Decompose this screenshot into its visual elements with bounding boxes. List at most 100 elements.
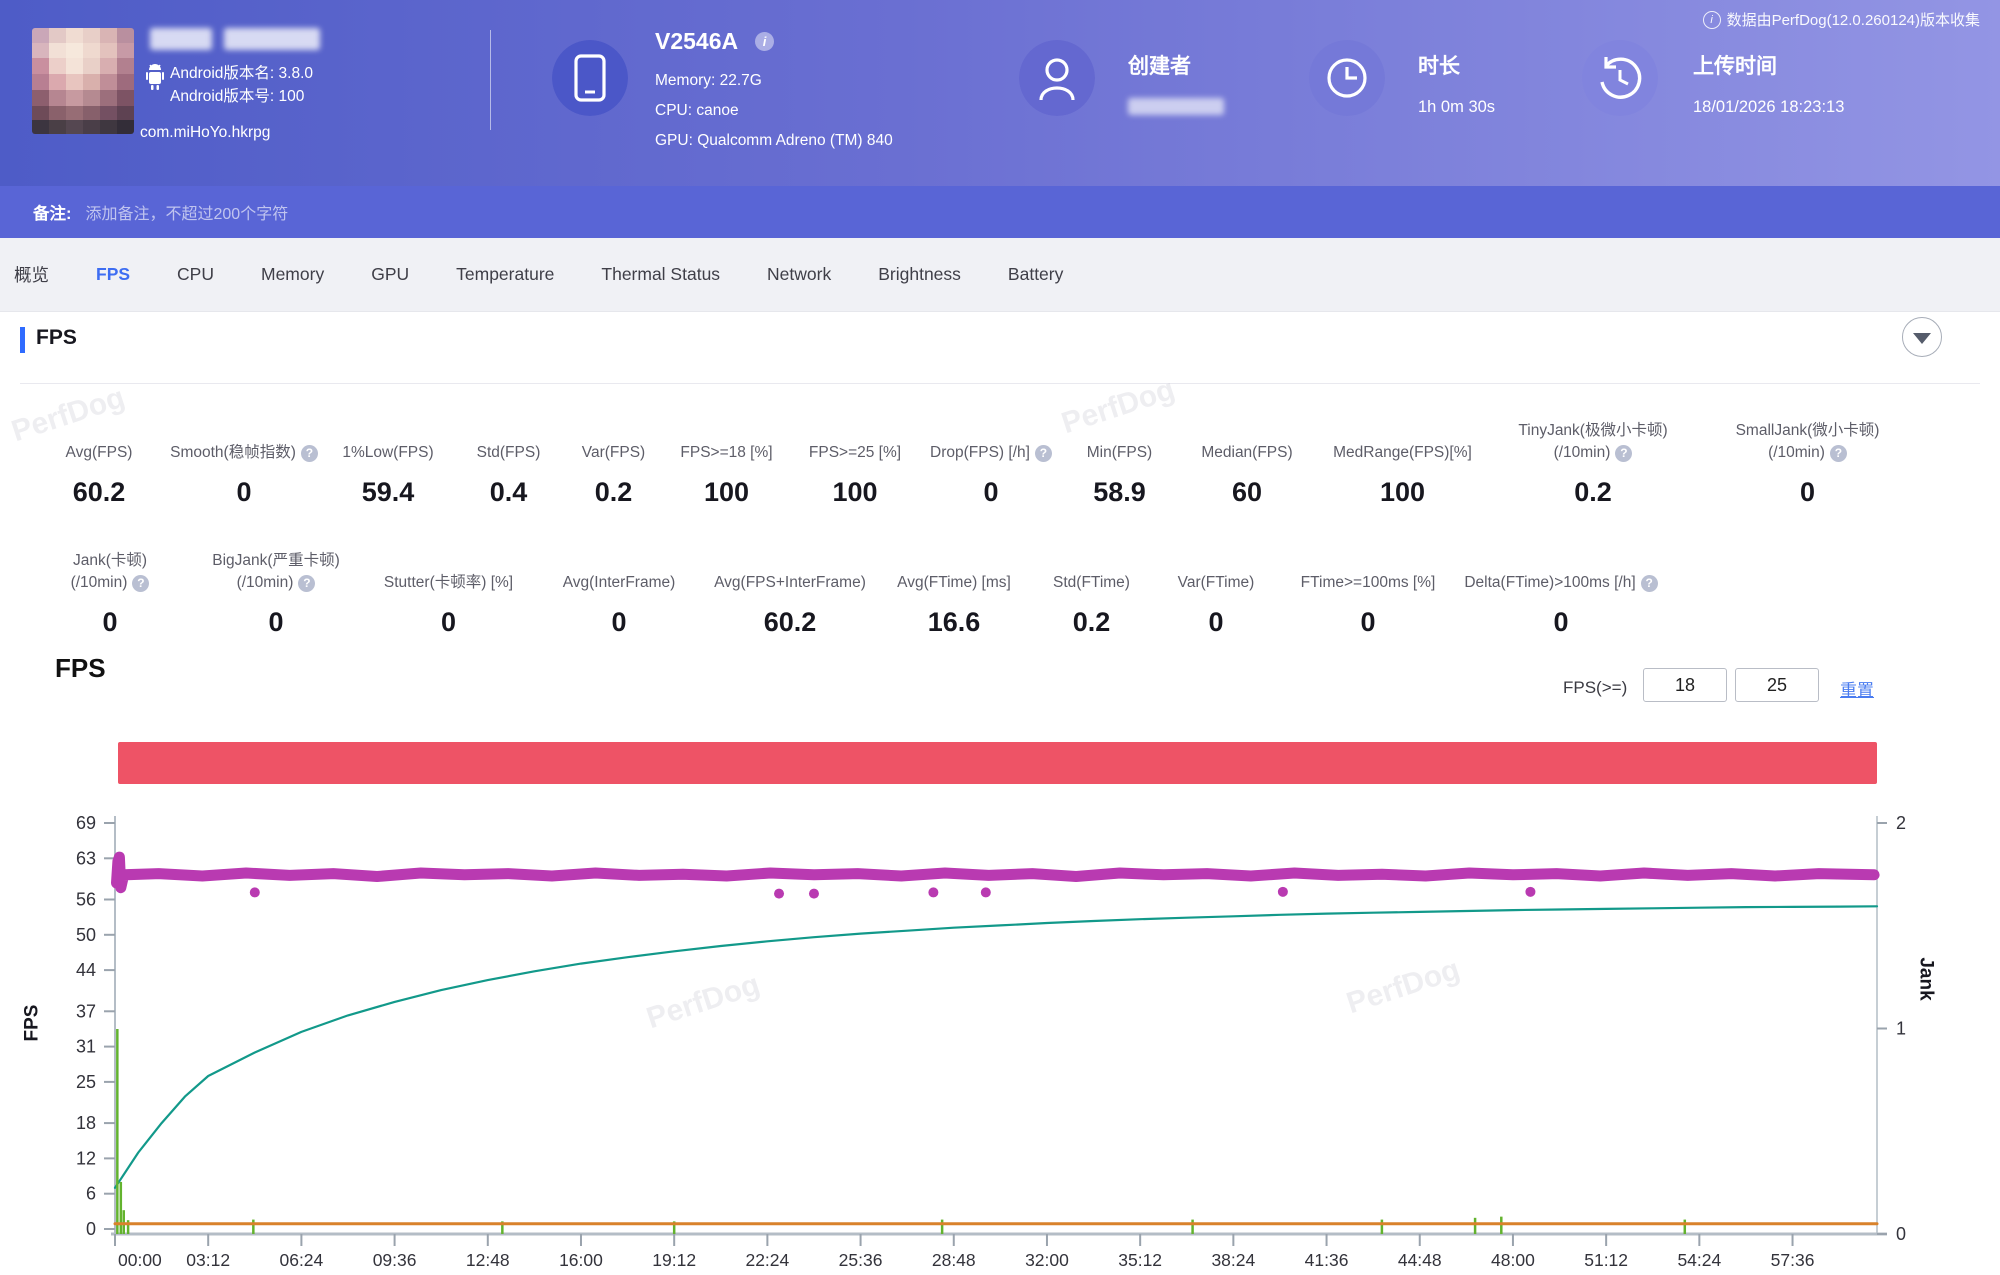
help-icon[interactable]: ? [1830, 445, 1847, 462]
y-axis-left-label: 31 [76, 1037, 96, 1057]
tab-fps[interactable]: FPS [96, 264, 130, 285]
x-axis-label: 38:24 [1211, 1250, 1255, 1270]
device-cpu: CPU: canoe [655, 102, 739, 120]
metric-value: 0 [1284, 607, 1452, 638]
y-axis-left-label: 18 [76, 1113, 96, 1133]
tab-temperature[interactable]: Temperature [456, 264, 554, 285]
metric-value: 0.2 [565, 477, 662, 508]
x-axis-label: 51:12 [1584, 1250, 1628, 1270]
metric-value: 0.2 [1035, 607, 1148, 638]
series-fps-drop-dots [809, 889, 819, 899]
metric-value: 60.2 [34, 477, 164, 508]
metric-cell: Std(FPS)0.4 [456, 406, 561, 508]
fps-threshold-low-input[interactable] [1643, 668, 1727, 702]
metrics-row-2: Jank(卡顿)(/10min)?0BigJank(严重卡顿)(/10min)?… [30, 536, 1666, 638]
x-axis-label: 54:24 [1677, 1250, 1721, 1270]
metric-value: 0 [172, 477, 316, 508]
upload-time-label: 上传时间 [1693, 50, 1777, 80]
metric-label: BigJank(严重卡顿)(/10min)? [194, 536, 358, 594]
metric-value: 60 [1184, 477, 1310, 508]
tab-gpu[interactable]: GPU [371, 264, 409, 285]
datazoom-selector-bar[interactable] [118, 742, 1877, 784]
notes-placeholder[interactable]: 添加备注，不超过200个字符 [86, 200, 289, 224]
help-icon[interactable]: ? [1035, 445, 1052, 462]
series-trend-curve [115, 906, 1877, 1188]
upload-time-value: 18/01/2026 18:23:13 [1693, 98, 1844, 117]
x-axis-label: 06:24 [279, 1250, 323, 1270]
metric-value: 58.9 [1063, 477, 1176, 508]
tab-network[interactable]: Network [767, 264, 831, 285]
series-fps-drop-dots [774, 889, 784, 899]
metric-label: Var(FTime) [1156, 536, 1276, 594]
fps-threshold-high-input[interactable] [1735, 668, 1819, 702]
metric-label: FTime>=100ms [%] [1284, 536, 1452, 594]
creator-name-redacted [1128, 98, 1224, 115]
help-icon[interactable]: ? [1641, 575, 1658, 592]
metric-cell: Min(FPS)58.9 [1059, 406, 1180, 508]
tab-battery[interactable]: Battery [1008, 264, 1063, 285]
metric-label: TinyJank(极微小卡顿)(/10min)? [1495, 406, 1691, 464]
tab-brightness[interactable]: Brightness [878, 264, 961, 285]
x-axis-label: 57:36 [1771, 1250, 1815, 1270]
metric-label: MedRange(FPS)[%] [1318, 406, 1487, 464]
metric-label: Stutter(卡顿率) [%] [366, 536, 531, 594]
duration-icon [1309, 40, 1385, 116]
metric-cell: Var(FPS) 0.2 [561, 406, 666, 508]
metric-cell: Var(FTime)0 [1152, 536, 1280, 638]
metric-value: 16.6 [881, 607, 1027, 638]
upload-time-icon [1582, 40, 1658, 116]
metric-label: 1%Low(FPS) [324, 406, 452, 464]
metric-value: 100 [1318, 477, 1487, 508]
device-info-icon[interactable]: i [755, 32, 774, 51]
help-icon[interactable]: ? [1615, 445, 1632, 462]
device-gpu: GPU: Qualcomm Adreno (TM) 840 [655, 132, 893, 150]
tab-cpu[interactable]: CPU [177, 264, 214, 285]
notes-label: 备注: [33, 200, 72, 224]
device-memory: Memory: 22.7G [655, 72, 762, 90]
metric-label: Var(FPS) [565, 406, 662, 464]
android-icon [146, 62, 164, 96]
metric-label: Drop(FPS) [/h]? [927, 406, 1055, 464]
series-fps-drop-dots [1525, 887, 1535, 897]
metric-label: Avg(FPS) [34, 406, 164, 464]
y-axis-left-label: 50 [76, 925, 96, 945]
x-axis-label: 44:48 [1398, 1250, 1442, 1270]
y-axis-left-label: 44 [76, 960, 96, 980]
metric-value: 0 [1460, 607, 1662, 638]
tab-bar: 概览 FPS CPU Memory GPU Temperature Thermal Stat… [0, 238, 2000, 312]
collapse-section-button[interactable] [1902, 317, 1942, 357]
help-icon[interactable]: ? [301, 445, 318, 462]
metric-label: FPS>=25 [%] [791, 406, 919, 464]
section-title: FPS [36, 326, 77, 350]
notes-bar[interactable]: 备注: 添加备注，不超过200个字符 [0, 186, 2000, 238]
tab-thermal-status[interactable]: Thermal Status [601, 264, 720, 285]
metric-cell: TinyJank(极微小卡顿)(/10min)?0.2 [1491, 406, 1695, 508]
x-axis-label: 09:36 [373, 1250, 417, 1270]
metric-cell: Median(FPS)60 [1180, 406, 1314, 508]
x-axis-label: 41:36 [1305, 1250, 1349, 1270]
perfdog-report-page: Android版本名: 3.8.0 Android版本号: 100 com.mi… [0, 0, 2000, 1275]
metric-cell: BigJank(严重卡顿)(/10min)?0 [190, 536, 362, 638]
metric-label: Avg(FPS+InterFrame) [707, 536, 873, 594]
metric-value: 100 [791, 477, 919, 508]
collector-version-notice: i 数据由PerfDog(12.0.260124)版本收集 [1703, 9, 1980, 30]
x-axis-label: 19:12 [652, 1250, 696, 1270]
tab-memory[interactable]: Memory [261, 264, 324, 285]
device-model: V2546A [655, 28, 738, 55]
fps-chart: 696356504437312518126021000:0003:1206:24… [0, 800, 2000, 1275]
help-icon[interactable]: ? [132, 575, 149, 592]
creator-icon [1019, 40, 1095, 116]
metric-cell: Avg(FTime) [ms]16.6 [877, 536, 1031, 638]
metric-cell: Avg(FPS+InterFrame)60.2 [703, 536, 877, 638]
reset-button[interactable]: 重置 [1840, 676, 1874, 701]
android-version-name: Android版本名: 3.8.0 [170, 61, 313, 83]
fps-threshold-label: FPS(>=) [1563, 678, 1627, 698]
y-axis-left-label: 0 [86, 1219, 96, 1239]
help-icon[interactable]: ? [298, 575, 315, 592]
metric-value: 0.4 [460, 477, 557, 508]
creator-label: 创建者 [1128, 50, 1191, 80]
metric-label: FPS>=18 [%] [670, 406, 783, 464]
tab-概览[interactable]: 概览 [14, 262, 49, 287]
avatar [32, 28, 134, 134]
x-axis-label: 03:12 [186, 1250, 230, 1270]
